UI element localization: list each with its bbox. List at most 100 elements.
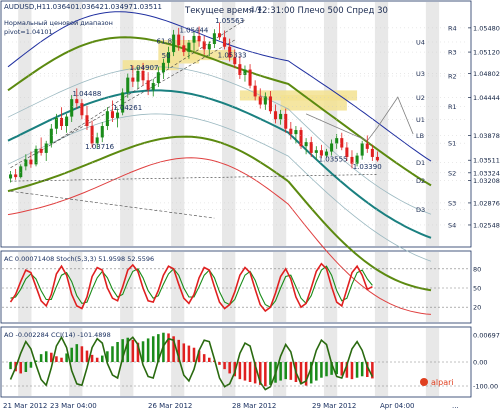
- stoch-level-label: 20: [473, 304, 481, 312]
- price-annotation: 50: [162, 52, 171, 60]
- price-annotation: 1.03390: [353, 163, 382, 171]
- candle-body: [80, 103, 84, 116]
- pivot-level-label: D3: [416, 206, 425, 214]
- time-label-4: 28 Mar 2012: [232, 402, 276, 410]
- time-label-2: 23 Mar 04:00: [50, 402, 97, 410]
- y-tick-label: 1.03878: [473, 132, 500, 140]
- candle-body: [335, 138, 339, 144]
- indicator-params: pivot=1.04101: [4, 28, 53, 36]
- candle-body: [279, 113, 283, 120]
- trading-chart: 1.055631.054441.053331.049071.044881.042…: [0, 0, 500, 413]
- candle-body: [182, 45, 186, 53]
- ohlc-low: 1.03497: [104, 3, 133, 11]
- ao-level-label: -100.00: [473, 383, 498, 391]
- price-annotation: 61.8: [157, 37, 173, 45]
- indicator-name: Нормальный ценовой диапазон: [4, 19, 113, 27]
- stripe: [323, 2, 338, 246]
- time-label-5: 29 Mar 2012: [312, 402, 356, 410]
- candle-body: [24, 159, 28, 167]
- candle-body: [29, 159, 33, 165]
- candle-body: [126, 77, 130, 93]
- pivot-level-label: R2: [448, 73, 457, 81]
- stripe: [272, 252, 287, 322]
- y-tick-label: 1.05120: [473, 49, 500, 57]
- pivot-level-label: U3: [416, 70, 425, 78]
- candle-body: [299, 130, 303, 147]
- y-tick-label: 1.04444: [473, 94, 500, 102]
- stripe: [425, 2, 440, 246]
- time-label-1: 21 Mar 2012: [3, 402, 47, 410]
- pivot-level-label: S4: [448, 221, 456, 229]
- candle-body: [284, 113, 288, 129]
- candle-body: [304, 142, 308, 147]
- candle-body: [243, 69, 247, 75]
- candle-body: [131, 77, 135, 82]
- candle-body: [172, 34, 176, 53]
- stripe: [222, 252, 236, 322]
- stoch-level-label: 80: [473, 265, 481, 273]
- candle-body: [70, 99, 74, 117]
- candle-body: [34, 148, 38, 165]
- stoch-title: AC 0.00071408 Stoch(5,3,3) 51.9598 52.55…: [4, 255, 154, 263]
- candle-body: [9, 174, 13, 179]
- candle-body: [141, 70, 145, 81]
- candle-body: [177, 34, 181, 46]
- ohlc-close: 1.03511: [133, 3, 162, 11]
- candle-body: [370, 148, 374, 157]
- pivot-level-label: U2: [416, 94, 425, 102]
- candle-body: [248, 69, 252, 86]
- candle-body: [116, 112, 120, 118]
- y-tick-label: 1.03208: [473, 177, 500, 185]
- candle-body: [253, 85, 257, 97]
- price-annotation: 1.04261: [113, 104, 142, 112]
- candle-body: [294, 130, 298, 135]
- candle-body: [268, 96, 272, 112]
- time-label-3: 26 Mar 2012: [148, 402, 192, 410]
- candle-body: [75, 99, 79, 104]
- pivot-level-label: R4: [448, 24, 457, 32]
- y-tick-label: 1.02548: [473, 221, 500, 229]
- candle-body: [309, 142, 313, 153]
- candle-body: [202, 41, 206, 50]
- y-tick-label: 1.04802: [473, 70, 500, 78]
- price-annotation: 1.03716: [85, 143, 114, 151]
- price-annotation: 1.04907: [130, 64, 159, 72]
- y-tick-label: 1.02876: [473, 199, 500, 207]
- candle-body: [90, 126, 94, 144]
- candle-body: [85, 115, 89, 127]
- candle-body: [192, 35, 196, 43]
- status-text: Текущее время 12:31:00 Плечо 500 Спред 3…: [184, 6, 388, 16]
- time-label-7: ...: [452, 402, 459, 410]
- candle-body: [39, 148, 43, 153]
- ohlc-open: 1.03640: [46, 3, 75, 11]
- candle-body: [156, 72, 160, 83]
- candle-body: [54, 117, 58, 129]
- candle-body: [289, 128, 293, 135]
- candle-body: [14, 174, 18, 178]
- stripe: [425, 252, 440, 322]
- ao-title: AO -0.002284 CCI(14) -101.4898: [4, 331, 111, 339]
- price-annotation: 1.05563: [215, 17, 244, 25]
- pivot-level-label: D2: [416, 177, 425, 185]
- candle-body: [136, 70, 140, 82]
- candle-body: [314, 150, 318, 153]
- stripe: [69, 2, 83, 246]
- price-annotation: 1.05333: [218, 51, 247, 59]
- pivot-level-label: D1: [416, 159, 425, 167]
- candle-body: [207, 44, 211, 50]
- candle-body: [217, 33, 222, 38]
- price-annotation: 1.03555: [319, 156, 348, 164]
- pivot-level-label: U4: [416, 38, 425, 46]
- y-tick-label: 1.05480: [473, 24, 500, 32]
- candle-body: [330, 143, 334, 152]
- candle-body: [100, 126, 104, 138]
- stripe: [374, 252, 389, 322]
- candle-body: [360, 143, 364, 156]
- candle-body: [105, 111, 109, 127]
- stoch-level-label: 50: [473, 285, 481, 293]
- pivot-level-label: S3: [448, 199, 456, 207]
- pivot-level-label: LB: [416, 132, 424, 140]
- price-annotation: 1.04488: [72, 90, 101, 98]
- candle-body: [65, 116, 69, 127]
- symbol-label: AUDUSD,H1: [4, 3, 46, 11]
